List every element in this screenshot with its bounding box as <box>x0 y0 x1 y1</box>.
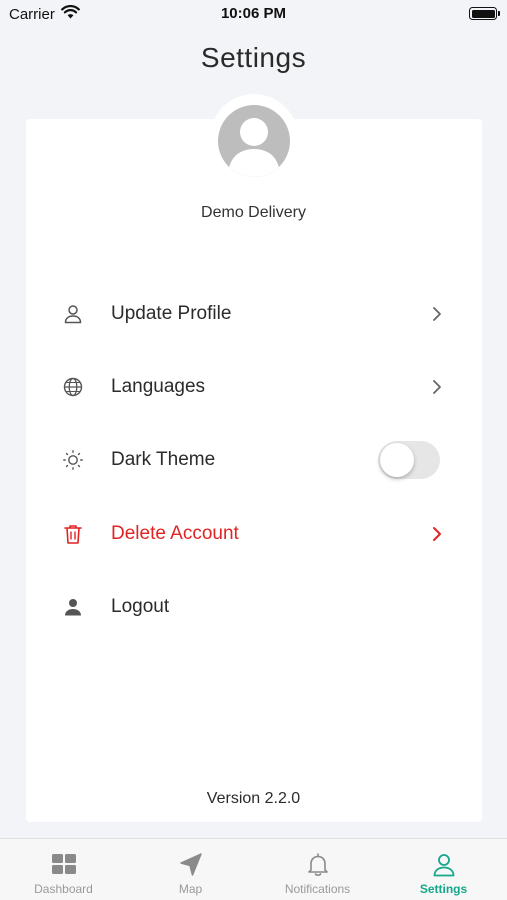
menu-item-languages[interactable]: Languages <box>26 357 482 417</box>
menu-label-delete-account: Delete Account <box>111 523 239 544</box>
tab-label-notifications: Notifications <box>284 882 351 896</box>
tab-label-dashboard: Dashboard <box>34 882 93 896</box>
tab-notifications[interactable]: Notifications <box>254 839 381 900</box>
menu-label-update-profile: Update Profile <box>111 303 232 324</box>
bell-icon <box>304 851 332 879</box>
person-outline-icon <box>62 303 84 325</box>
app-version: Version 2.2.0 <box>206 790 301 807</box>
page-title: Settings <box>200 42 307 73</box>
battery-icon <box>469 7 500 20</box>
avatar[interactable] <box>218 105 290 177</box>
chevron-right-icon <box>428 305 446 323</box>
profile-name: Demo Delivery <box>201 204 306 221</box>
tab-dashboard[interactable]: Dashboard <box>0 839 127 900</box>
menu-label-languages: Languages <box>111 376 206 397</box>
sun-icon <box>62 449 84 471</box>
tab-map[interactable]: Map <box>127 839 254 900</box>
bottom-tab-bar: Dashboard Map Notifications Settings <box>0 838 507 900</box>
menu-item-logout[interactable]: Logout <box>26 577 482 637</box>
user-silhouette-icon <box>228 118 280 177</box>
menu-item-delete-account[interactable]: Delete Account <box>26 504 482 564</box>
navigation-arrow-icon <box>177 851 205 879</box>
person-outline-icon <box>430 851 458 879</box>
tab-settings[interactable]: Settings <box>380 839 507 900</box>
trash-icon <box>62 523 84 545</box>
menu-item-update-profile[interactable]: Update Profile <box>26 284 482 344</box>
tab-label-settings: Settings <box>419 882 468 896</box>
toggle-knob <box>380 443 414 477</box>
tab-label-map: Map <box>178 882 203 896</box>
dashboard-grid-icon <box>50 851 78 879</box>
status-bar: Carrier 10:06 PM <box>0 0 507 30</box>
person-filled-icon <box>62 596 84 618</box>
dark-theme-toggle[interactable] <box>378 441 440 479</box>
chevron-right-icon <box>428 525 446 543</box>
globe-icon <box>62 376 84 398</box>
status-time: 10:06 PM <box>220 5 287 22</box>
menu-label-dark-theme: Dark Theme <box>111 449 216 470</box>
chevron-right-icon <box>428 378 446 396</box>
menu-item-dark-theme: Dark Theme <box>26 430 482 490</box>
menu-label-logout: Logout <box>111 596 170 617</box>
